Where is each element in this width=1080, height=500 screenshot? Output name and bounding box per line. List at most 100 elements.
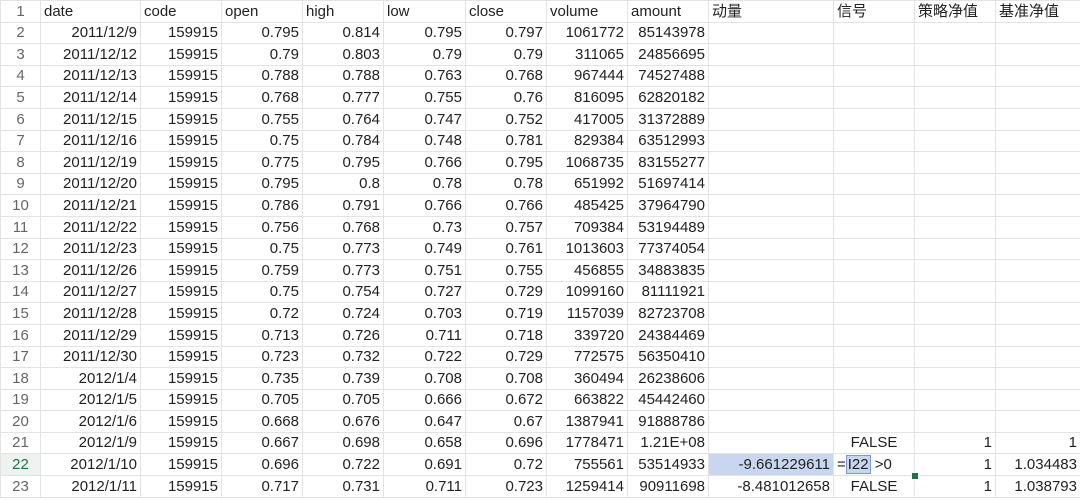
- strategy-nav-cell[interactable]: 1: [914, 431, 996, 455]
- benchmark-nav-cell[interactable]: 1.034483: [995, 453, 1080, 477]
- close-cell[interactable]: 0.723: [465, 475, 547, 498]
- low-cell[interactable]: 0.666: [383, 388, 466, 412]
- strategy-nav-cell[interactable]: [914, 302, 996, 325]
- high-cell[interactable]: 0.764: [302, 107, 384, 131]
- row-number[interactable]: 11: [0, 215, 41, 239]
- open-cell[interactable]: 0.775: [221, 151, 303, 174]
- momentum-cell[interactable]: [708, 323, 834, 347]
- header-cell-high[interactable]: high: [302, 0, 384, 23]
- close-cell[interactable]: 0.672: [465, 388, 547, 412]
- benchmark-nav-cell[interactable]: 1: [995, 431, 1080, 455]
- open-cell[interactable]: 0.759: [221, 259, 303, 282]
- volume-cell[interactable]: 1099160: [546, 280, 628, 304]
- signal-cell[interactable]: [833, 215, 915, 239]
- date-cell[interactable]: 2011/12/19: [40, 151, 141, 174]
- signal-cell[interactable]: [833, 410, 915, 433]
- high-cell[interactable]: 0.784: [302, 129, 384, 153]
- amount-cell[interactable]: 53514933: [627, 453, 709, 477]
- code-cell[interactable]: 159915: [140, 172, 222, 196]
- momentum-cell[interactable]: [708, 151, 834, 174]
- close-cell[interactable]: 0.795: [465, 151, 547, 174]
- row-number[interactable]: 2: [0, 21, 41, 45]
- date-cell[interactable]: 2011/12/13: [40, 64, 141, 88]
- benchmark-nav-cell[interactable]: [995, 410, 1080, 433]
- row-number[interactable]: 6: [0, 107, 41, 131]
- high-cell[interactable]: 0.722: [302, 453, 384, 477]
- low-cell[interactable]: 0.747: [383, 107, 466, 131]
- close-cell[interactable]: 0.752: [465, 107, 547, 131]
- high-cell[interactable]: 0.754: [302, 280, 384, 304]
- amount-cell[interactable]: 74527488: [627, 64, 709, 88]
- header-cell-strategy-nav[interactable]: 策略净值: [914, 0, 996, 23]
- benchmark-nav-cell[interactable]: [995, 86, 1080, 109]
- volume-cell[interactable]: 1259414: [546, 475, 628, 498]
- volume-cell[interactable]: 1157039: [546, 302, 628, 325]
- header-cell-date[interactable]: date: [40, 0, 141, 23]
- row-number[interactable]: 23: [0, 475, 41, 498]
- amount-cell[interactable]: 34883835: [627, 259, 709, 282]
- signal-cell[interactable]: [833, 323, 915, 347]
- strategy-nav-cell[interactable]: [914, 194, 996, 217]
- signal-cell[interactable]: [833, 21, 915, 45]
- low-cell[interactable]: 0.73: [383, 215, 466, 239]
- header-cell-open[interactable]: open: [221, 0, 303, 23]
- amount-cell[interactable]: 83155277: [627, 151, 709, 174]
- low-cell[interactable]: 0.703: [383, 302, 466, 325]
- row-number[interactable]: 18: [0, 367, 41, 390]
- close-cell[interactable]: 0.76: [465, 86, 547, 109]
- strategy-nav-cell[interactable]: [914, 280, 996, 304]
- open-cell[interactable]: 0.755: [221, 107, 303, 131]
- signal-cell[interactable]: [833, 302, 915, 325]
- momentum-cell[interactable]: [708, 237, 834, 261]
- row-number[interactable]: 20: [0, 410, 41, 433]
- low-cell[interactable]: 0.766: [383, 194, 466, 217]
- low-cell[interactable]: 0.766: [383, 151, 466, 174]
- date-cell[interactable]: 2011/12/27: [40, 280, 141, 304]
- strategy-nav-cell[interactable]: [914, 64, 996, 88]
- close-cell[interactable]: 0.78: [465, 172, 547, 196]
- momentum-cell[interactable]: [708, 345, 834, 369]
- code-cell[interactable]: 159915: [140, 475, 222, 498]
- volume-cell[interactable]: 417005: [546, 107, 628, 131]
- benchmark-nav-cell[interactable]: [995, 215, 1080, 239]
- strategy-nav-cell[interactable]: [914, 215, 996, 239]
- high-cell[interactable]: 0.698: [302, 431, 384, 455]
- benchmark-nav-cell[interactable]: [995, 21, 1080, 45]
- strategy-nav-cell[interactable]: [914, 151, 996, 174]
- signal-cell[interactable]: [833, 151, 915, 174]
- benchmark-nav-cell[interactable]: [995, 194, 1080, 217]
- benchmark-nav-cell[interactable]: [995, 302, 1080, 325]
- low-cell[interactable]: 0.647: [383, 410, 466, 433]
- close-cell[interactable]: 0.766: [465, 194, 547, 217]
- header-cell-volume[interactable]: volume: [546, 0, 628, 23]
- header-cell-code[interactable]: code: [140, 0, 222, 23]
- low-cell[interactable]: 0.711: [383, 323, 466, 347]
- close-cell[interactable]: 0.72: [465, 453, 547, 477]
- open-cell[interactable]: 0.705: [221, 388, 303, 412]
- date-cell[interactable]: 2011/12/12: [40, 43, 141, 66]
- strategy-nav-cell[interactable]: [914, 129, 996, 153]
- momentum-cell[interactable]: [708, 64, 834, 88]
- signal-cell[interactable]: [833, 172, 915, 196]
- code-cell[interactable]: 159915: [140, 367, 222, 390]
- strategy-nav-cell[interactable]: [914, 259, 996, 282]
- code-cell[interactable]: 159915: [140, 302, 222, 325]
- momentum-cell[interactable]: [708, 21, 834, 45]
- strategy-nav-cell[interactable]: [914, 410, 996, 433]
- momentum-cell[interactable]: [708, 431, 834, 455]
- amount-cell[interactable]: 24856695: [627, 43, 709, 66]
- low-cell[interactable]: 0.78: [383, 172, 466, 196]
- volume-cell[interactable]: 456855: [546, 259, 628, 282]
- open-cell[interactable]: 0.75: [221, 280, 303, 304]
- code-cell[interactable]: 159915: [140, 323, 222, 347]
- momentum-cell[interactable]: [708, 280, 834, 304]
- volume-cell[interactable]: 663822: [546, 388, 628, 412]
- close-cell[interactable]: 0.79: [465, 43, 547, 66]
- low-cell[interactable]: 0.722: [383, 345, 466, 369]
- low-cell[interactable]: 0.708: [383, 367, 466, 390]
- volume-cell[interactable]: 360494: [546, 367, 628, 390]
- amount-cell[interactable]: 56350410: [627, 345, 709, 369]
- benchmark-nav-cell[interactable]: [995, 172, 1080, 196]
- amount-cell[interactable]: 82723708: [627, 302, 709, 325]
- row-number[interactable]: 13: [0, 259, 41, 282]
